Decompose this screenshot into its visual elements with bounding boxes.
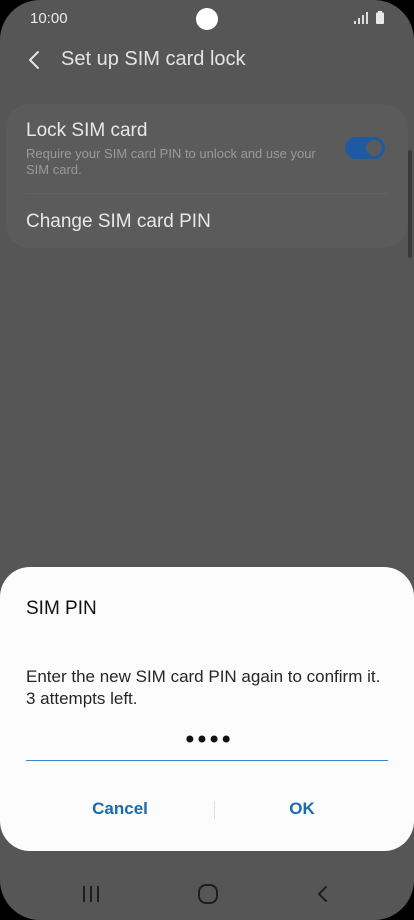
dialog-attempts-left: 3 attempts left. bbox=[26, 689, 138, 708]
sim-pin-dialog: SIM PIN Enter the new SIM card PIN again… bbox=[0, 567, 414, 851]
signal-icon bbox=[354, 12, 368, 24]
app-bar: Set up SIM card lock bbox=[0, 40, 414, 80]
back-icon[interactable] bbox=[22, 48, 48, 72]
page-title: Set up SIM card lock bbox=[61, 48, 246, 70]
lock-sim-card-toggle[interactable] bbox=[345, 137, 385, 159]
lock-sim-card-title: Lock SIM card bbox=[26, 120, 148, 141]
home-icon[interactable] bbox=[197, 883, 219, 905]
settings-card: Lock SIM card Require your SIM card PIN … bbox=[6, 104, 408, 248]
ok-button[interactable]: OK bbox=[210, 791, 394, 827]
phone-screen: 10:00 Set up SIM card lock Lock SIM card… bbox=[0, 0, 414, 920]
nav-back-icon[interactable] bbox=[314, 884, 332, 904]
status-time: 10:00 bbox=[30, 10, 68, 27]
change-sim-pin-title: Change SIM card PIN bbox=[26, 211, 211, 232]
change-sim-pin-item[interactable]: Change SIM card PIN bbox=[6, 194, 408, 248]
battery-icon bbox=[376, 11, 384, 24]
lock-sim-card-item[interactable]: Lock SIM card Require your SIM card PIN … bbox=[6, 104, 408, 192]
cancel-button[interactable]: Cancel bbox=[20, 791, 220, 827]
front-camera-cutout bbox=[196, 8, 218, 30]
scrollbar[interactable] bbox=[408, 150, 412, 258]
dialog-message-instruction: Enter the new SIM card PIN again to conf… bbox=[26, 667, 381, 686]
navigation-bar bbox=[0, 870, 414, 920]
dialog-message: Enter the new SIM card PIN again to conf… bbox=[26, 666, 394, 710]
recents-icon[interactable] bbox=[80, 884, 102, 904]
lock-sim-card-description: Require your SIM card PIN to unlock and … bbox=[26, 146, 316, 177]
status-bar: 10:00 bbox=[0, 0, 414, 38]
pin-input[interactable] bbox=[26, 727, 388, 761]
toggle-knob bbox=[364, 138, 384, 158]
dialog-title: SIM PIN bbox=[26, 598, 97, 619]
